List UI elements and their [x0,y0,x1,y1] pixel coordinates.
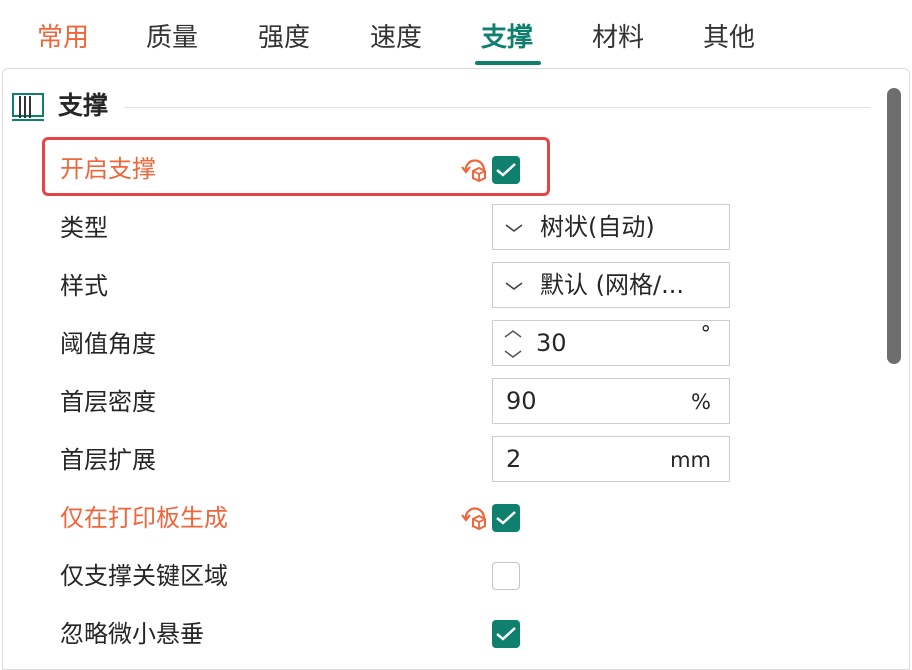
chevron-down-icon [505,282,523,290]
ignore-small-overhangs-label: 忽略微小悬垂 [60,620,204,648]
scrollbar-thumb[interactable] [887,88,901,364]
threshold-angle-label: 阈值角度 [60,330,156,358]
check-icon [496,627,516,641]
section-divider [124,107,870,108]
support-icon [12,93,44,121]
first-layer-expansion-unit: mm [670,448,711,472]
critical-regions-only-checkbox[interactable] [492,562,520,590]
support-type-label: 类型 [60,214,108,242]
support-style-value: 默认 (网格/... [540,271,684,299]
build-plate-only-checkbox[interactable] [492,504,520,532]
chevron-down-icon [505,224,523,232]
first-layer-density-value: 90 [506,387,537,415]
tab-speed[interactable]: 速度 [370,18,422,58]
first-layer-density-unit: % [691,390,711,414]
critical-regions-only-label: 仅支撑关键区域 [60,562,228,590]
active-tab-indicator [475,61,541,65]
reset-to-default-icon[interactable] [460,503,490,533]
tab-quality[interactable]: 质量 [146,18,198,58]
enable-support-checkbox[interactable] [492,156,520,184]
enable-support-label: 开启支撑 [60,155,156,183]
first-layer-density-input[interactable]: 90 % [492,378,730,424]
check-icon [496,163,516,177]
tab-common[interactable]: 常用 [37,18,89,58]
section-title: 支撑 [58,91,109,120]
tab-strength[interactable]: 强度 [258,18,310,58]
first-layer-density-label: 首层密度 [60,388,156,416]
tab-support[interactable]: 支撑 [481,18,533,58]
tab-other[interactable]: 其他 [703,18,755,58]
support-type-value: 树状(自动) [540,213,655,241]
tab-material[interactable]: 材料 [592,18,644,58]
support-style-combobox[interactable]: 默认 (网格/... [492,262,730,308]
reset-to-default-icon[interactable] [460,155,490,185]
threshold-angle-value: 30 [536,329,567,357]
support-style-label: 样式 [60,272,108,300]
first-layer-expansion-input[interactable]: 2 mm [492,436,730,482]
support-type-combobox[interactable]: 树状(自动) [492,204,730,250]
first-layer-expansion-value: 2 [506,445,522,473]
tab-bar: 常用 质量 强度 速度 支撑 材料 其他 [0,0,912,68]
threshold-angle-unit: ° [700,322,712,346]
chevron-up-icon[interactable] [504,329,522,339]
threshold-angle-spinbox[interactable]: 30 ° [492,320,730,366]
first-layer-expansion-label: 首层扩展 [60,446,156,474]
build-plate-only-label: 仅在打印板生成 [60,504,228,532]
check-icon [496,511,516,525]
ignore-small-overhangs-checkbox[interactable] [492,620,520,648]
chevron-down-icon[interactable] [504,349,522,359]
